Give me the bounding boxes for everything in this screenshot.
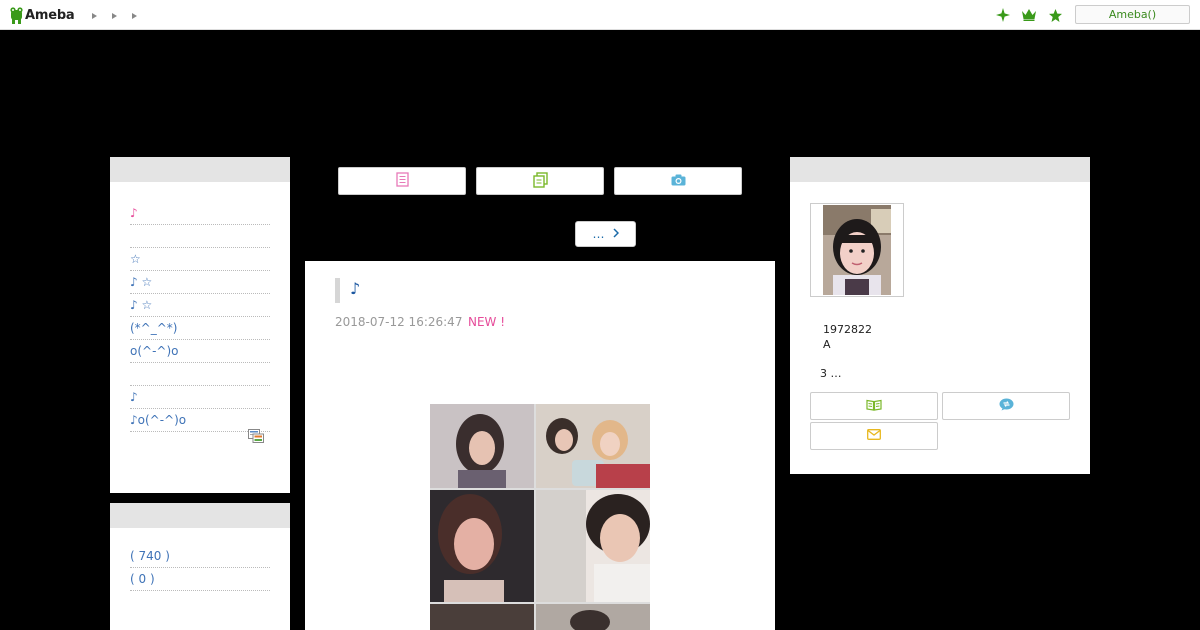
breadcrumb-arrow-icon[interactable] [104, 9, 124, 23]
profile-message-button[interactable] [942, 392, 1070, 420]
more-button[interactable]: … [575, 221, 636, 247]
envelope-icon [867, 429, 881, 443]
archive-item[interactable]: ( 740 ) [130, 545, 270, 568]
profile-blood: A [823, 338, 831, 351]
theme-item[interactable]: ☆ [130, 248, 270, 271]
star-icon[interactable] [1042, 6, 1068, 24]
avatar[interactable] [810, 203, 904, 297]
theme-sidebar-header [110, 157, 290, 182]
logo-text: Ameba [25, 7, 75, 23]
nav-entries-button[interactable] [476, 167, 604, 195]
profile-sidebar-header [790, 157, 1090, 182]
article: ♪ 2018-07-12 16:26:47 NEW ! [305, 261, 775, 630]
article-date: 2018-07-12 16:26:47 [335, 315, 463, 329]
top-bar: Ameba Ameba() [0, 0, 1200, 30]
archive-sidebar-header [110, 503, 290, 528]
breadcrumb [84, 9, 144, 23]
breadcrumb-arrow-icon[interactable] [84, 9, 104, 23]
nav-top-button[interactable] [338, 167, 466, 195]
theme-item[interactable]: ♪ [130, 202, 270, 225]
theme-item[interactable]: ♪ [130, 386, 270, 409]
breadcrumb-arrow-icon[interactable] [124, 9, 144, 23]
speech-bubble-icon [999, 398, 1014, 414]
top-icons [990, 6, 1068, 24]
ameba-logo[interactable]: Ameba [10, 5, 75, 25]
avatar-image [823, 205, 891, 295]
theme-item[interactable] [130, 363, 270, 386]
theme-list: ♪ ☆ ♪ ☆ ♪ ☆ (*^_^*) o(^-^)o ♪ ♪o(^-^)o [130, 202, 270, 432]
entries-list-icon [532, 171, 548, 191]
theme-list-wrap: ♪ ☆ ♪ ☆ ♪ ☆ (*^_^*) o(^-^)o ♪ ♪o(^-^)o [130, 202, 270, 432]
theme-item[interactable]: ♪ ☆ [130, 294, 270, 317]
ameba-account-button[interactable]: Ameba() [1075, 5, 1190, 24]
profile-mail-button[interactable] [810, 422, 938, 450]
theme-item[interactable] [130, 225, 270, 248]
title-accent-bar [335, 278, 340, 303]
archive-list: ( 740 ) ( 0 ) [130, 545, 270, 591]
profile-reader-button[interactable] [810, 392, 938, 420]
theme-sidebar: ♪ ☆ ♪ ☆ ♪ ☆ (*^_^*) o(^-^)o ♪ ♪o(^-^)o [110, 157, 290, 493]
archive-sidebar: ( 740 ) ( 0 ) [110, 503, 290, 630]
profile-sidebar: 1972822 A 3 … [790, 157, 1090, 474]
crown-icon[interactable] [1016, 6, 1042, 24]
new-badge: NEW ! [468, 315, 506, 329]
rss-feed-icon[interactable] [248, 429, 264, 443]
camera-icon [671, 174, 686, 189]
article-title[interactable]: ♪ [350, 279, 360, 298]
more-label: … [592, 227, 605, 241]
sparkle-icon[interactable] [990, 6, 1016, 24]
book-icon [866, 399, 882, 414]
theme-item[interactable]: (*^_^*) [130, 317, 270, 340]
archive-item[interactable]: ( 0 ) [130, 568, 270, 591]
nav-photos-button[interactable] [614, 167, 742, 195]
profile-birth: 1972822 [823, 323, 872, 336]
theme-item[interactable]: ♪ ☆ [130, 271, 270, 294]
profile-bio: 3 … [820, 367, 842, 380]
document-icon [395, 172, 409, 190]
chevron-right-icon [612, 227, 619, 241]
theme-item[interactable]: o(^-^)o [130, 340, 270, 363]
archive-list-wrap: ( 740 ) ( 0 ) [130, 545, 270, 591]
ameba-frog-icon [10, 6, 23, 24]
article-photo[interactable] [430, 404, 650, 630]
photo-collage-image [430, 404, 650, 630]
